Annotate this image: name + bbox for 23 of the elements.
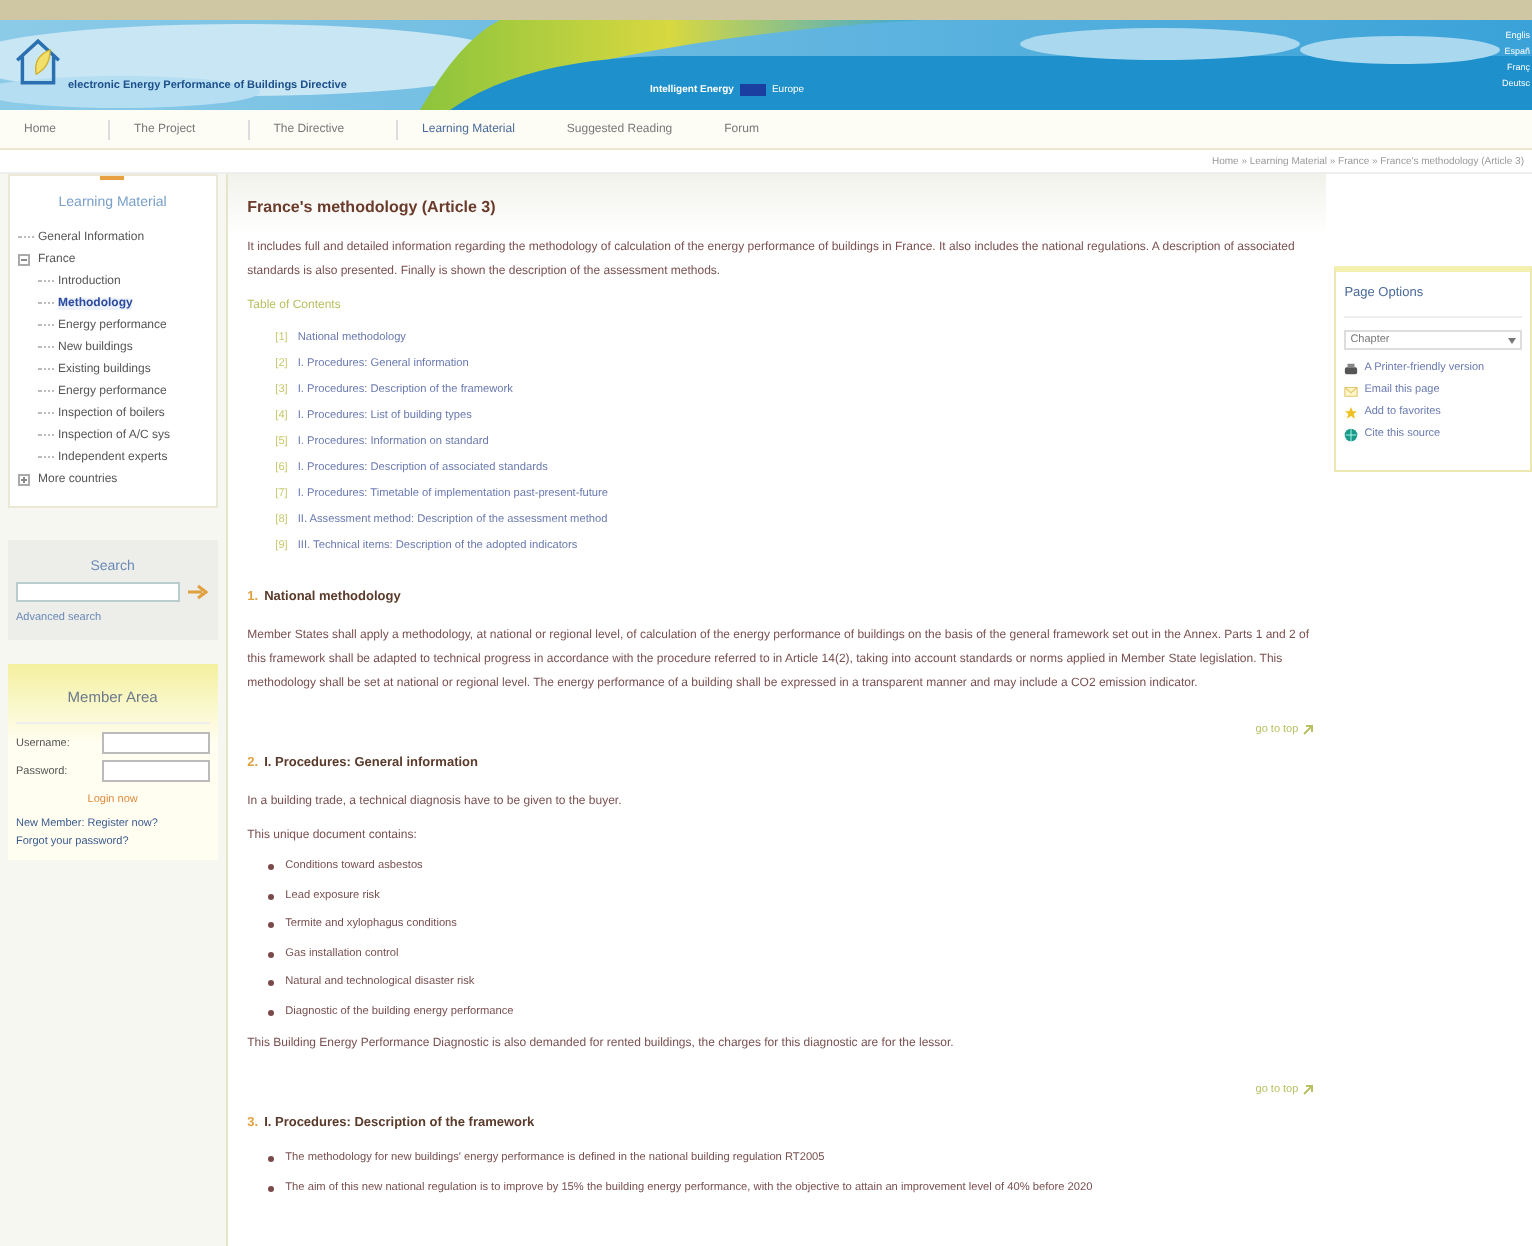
tree-toggle-icon[interactable]: [18, 473, 34, 485]
bullet-icon: [267, 893, 274, 899]
bullet-icon: [267, 922, 274, 928]
bullet-icon: [267, 1185, 274, 1191]
search-field[interactable]: [16, 582, 180, 602]
arrow-icon[interactable]: [1302, 724, 1315, 736]
arrow-icon[interactable]: [188, 584, 208, 600]
envelope-icon[interactable]: [1344, 384, 1359, 398]
password-field[interactable]: [101, 760, 210, 782]
bullet-icon: [267, 864, 274, 870]
bullet-icon: [267, 1156, 274, 1162]
printer-icon[interactable]: [1344, 362, 1359, 376]
bullet-icon: [267, 980, 274, 986]
globe-icon[interactable]: [1344, 428, 1359, 442]
house-logo-icon: [12, 36, 64, 88]
bullet-icon: [267, 951, 274, 957]
flag-icon: [739, 84, 766, 96]
star-icon[interactable]: [1344, 406, 1359, 420]
arrow-icon[interactable]: [1302, 1084, 1315, 1096]
page-title: France's methodology (Article 3): [247, 198, 496, 216]
bullet-icon: [267, 1009, 274, 1015]
tree-toggle-icon[interactable]: [18, 253, 34, 265]
username-field[interactable]: [101, 732, 210, 754]
